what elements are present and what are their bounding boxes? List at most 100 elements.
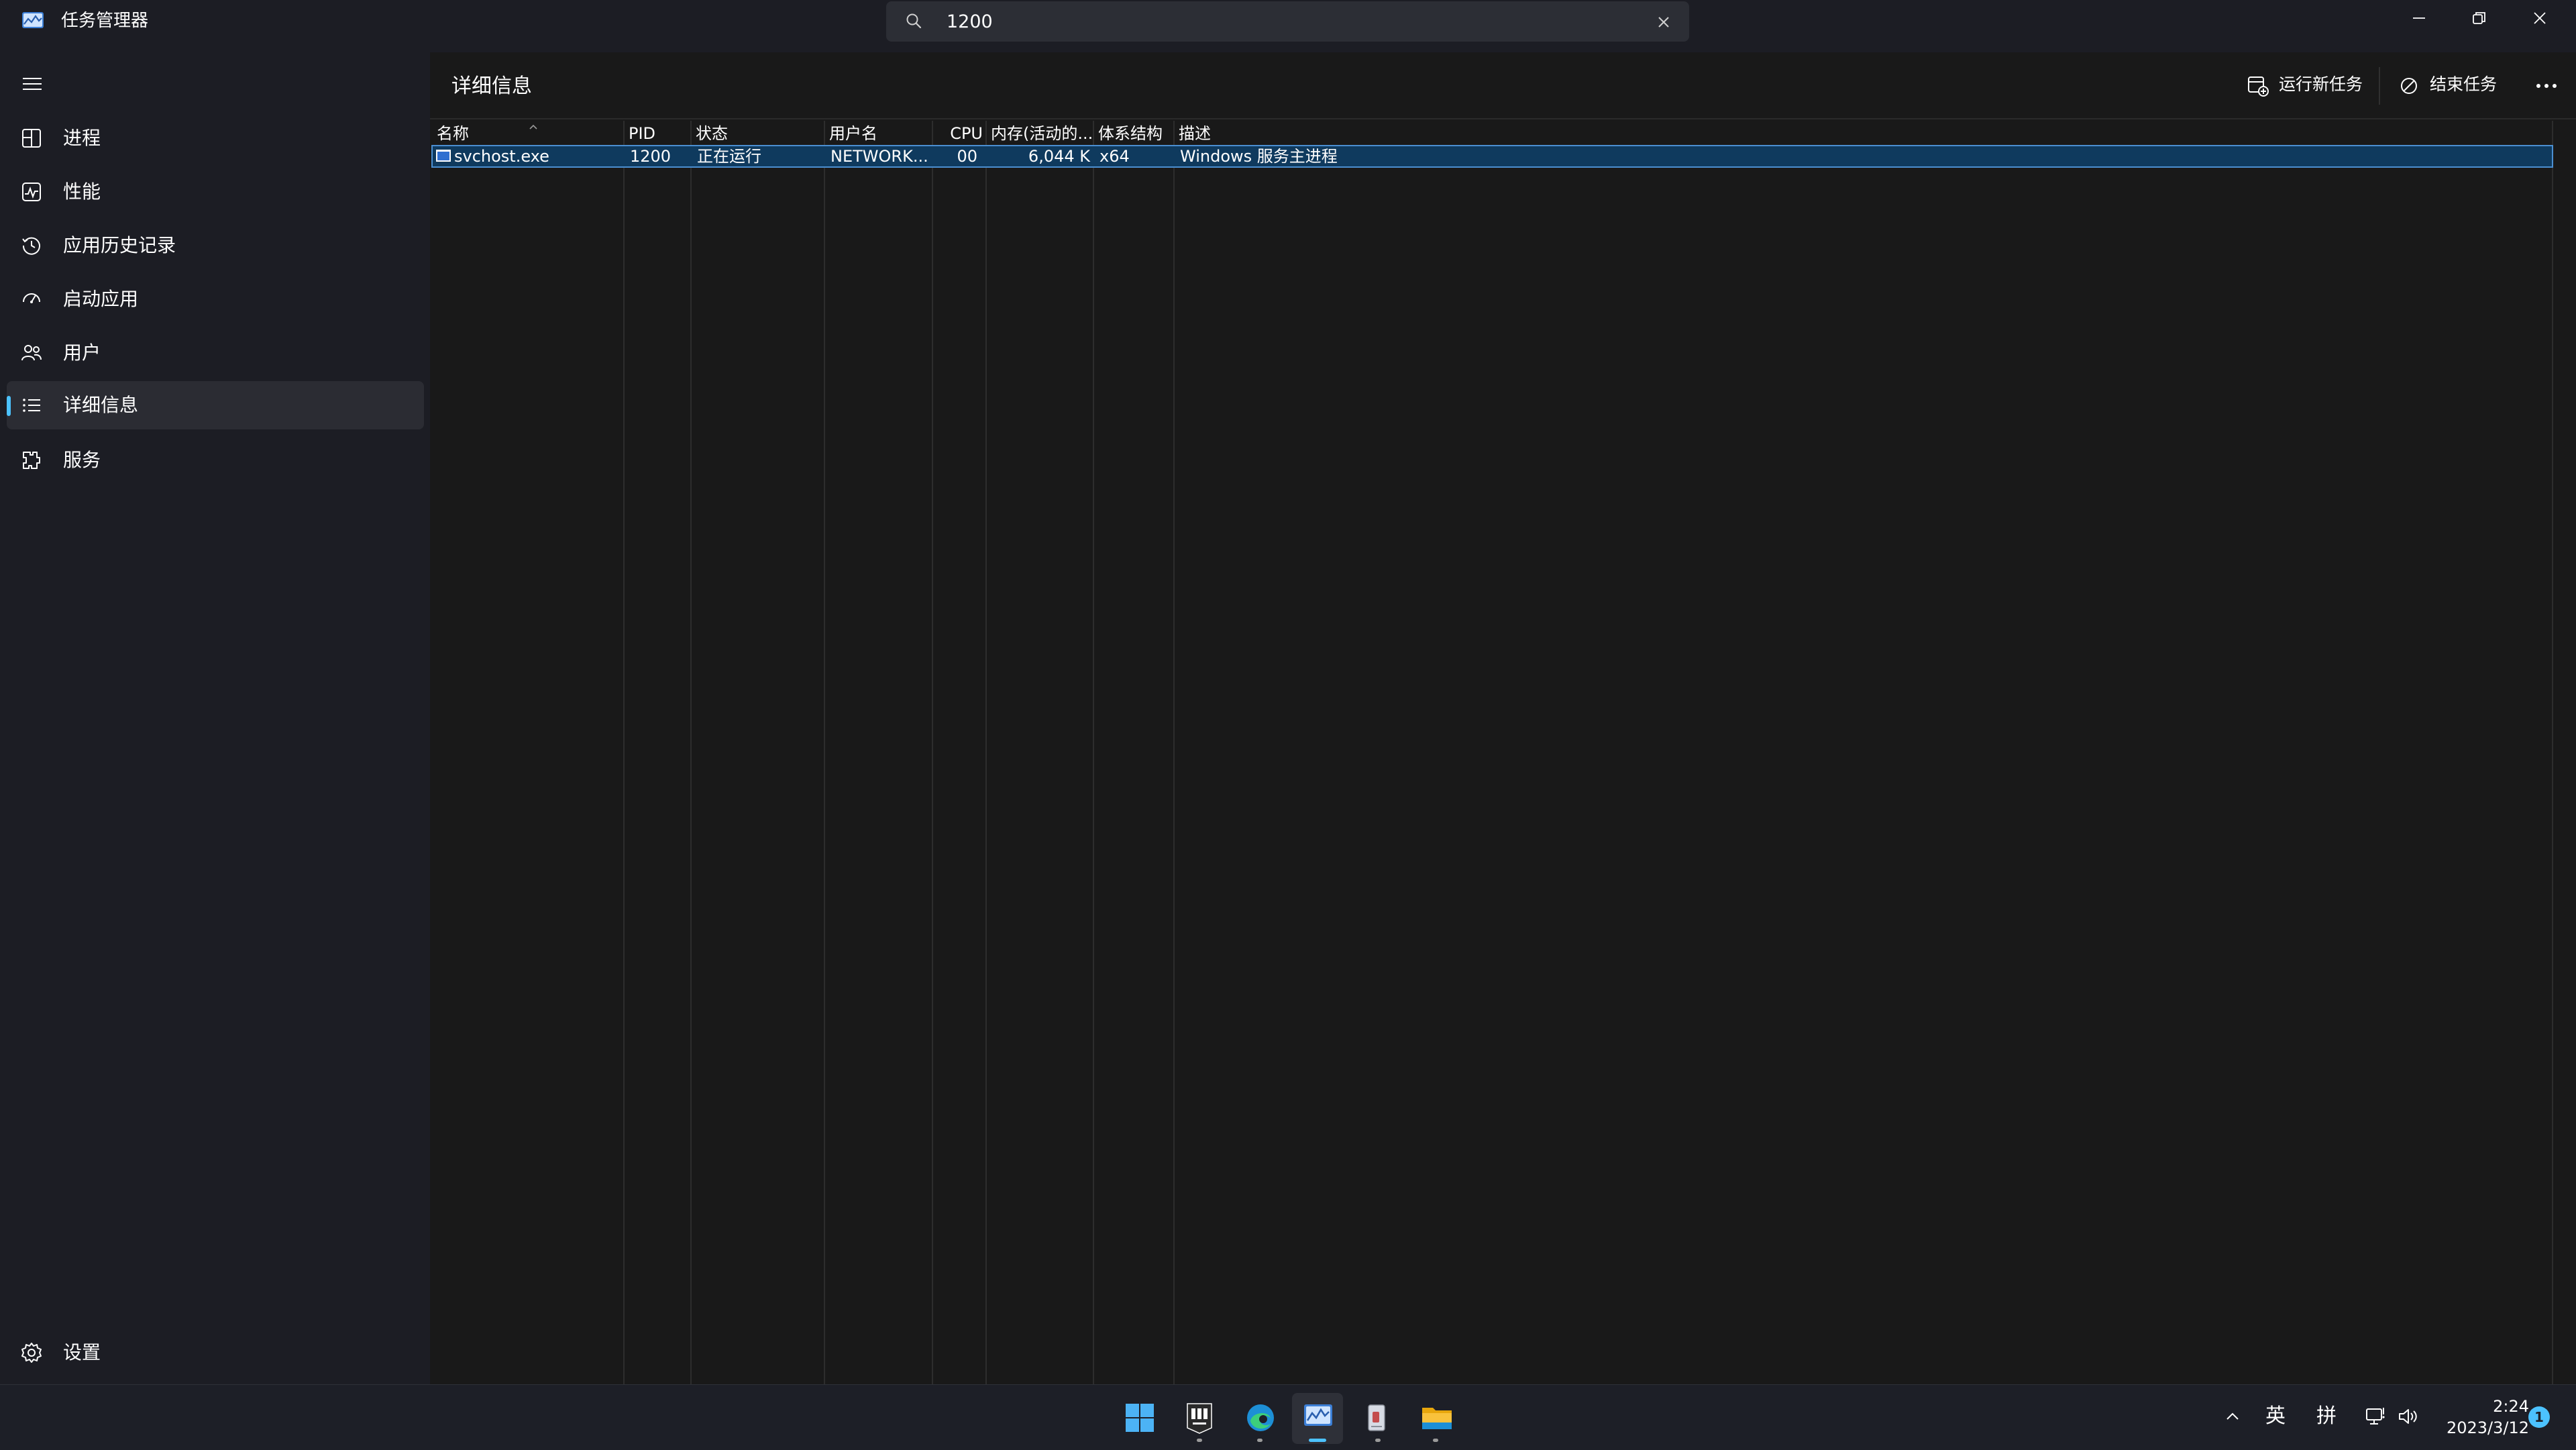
file-explorer-icon [1422, 1408, 1452, 1429]
sidebar-item-performance[interactable]: 性能 [7, 168, 424, 216]
end-task-label: 结束任务 [2430, 74, 2498, 94]
sidebar-item-label: 设置 [63, 1341, 101, 1363]
column-divider [932, 121, 933, 1386]
gear-icon [19, 1341, 44, 1365]
sidebar-item-processes[interactable]: 进程 [7, 114, 424, 162]
run-new-task-icon [2248, 76, 2269, 97]
column-header-name[interactable]: 名称 [437, 122, 537, 145]
more-icon [2536, 84, 2557, 88]
page-title: 详细信息 [451, 74, 532, 98]
hamburger-menu-button[interactable] [20, 72, 44, 95]
close-button[interactable] [2509, 0, 2569, 38]
sidebar-item-details[interactable]: 详细信息 [7, 381, 424, 429]
taskbar-app-epic-games[interactable] [1174, 1393, 1225, 1444]
column-divider [690, 121, 692, 1386]
restore-button[interactable] [2449, 0, 2509, 38]
start-button[interactable] [1114, 1393, 1165, 1444]
end-task-icon [2401, 78, 2417, 94]
cell-status: 正在运行 [697, 147, 761, 166]
title-bar: 任务管理器 [0, 0, 2576, 52]
cell-name: svchost.exe [454, 147, 549, 166]
hamburger-icon [23, 78, 42, 90]
run-new-task-label: 运行新任务 [2279, 74, 2363, 94]
clock-date[interactable]: 2023/3/12 [2415, 1417, 2529, 1439]
sidebar-item-startup-apps[interactable]: 启动应用 [7, 275, 424, 323]
running-indicator [1197, 1439, 1202, 1442]
sidebar-item-services[interactable]: 服务 [7, 436, 424, 484]
start-icon [1126, 1404, 1154, 1432]
cell-memory: 6,044 K [1028, 147, 1090, 166]
end-task-button[interactable]: 结束任务 [2398, 70, 2505, 102]
ime-mode-indicator[interactable]: 拼 [2316, 1402, 2337, 1431]
clock-time[interactable]: 2:24 [2442, 1396, 2529, 1417]
column-header-architecture[interactable]: 体系结构 [1098, 122, 1163, 145]
details-table: 名称 PID 状态 用户名 CPU 内存(活动的... 体系结构 描述 svch… [430, 118, 2576, 1386]
sidebar-item-label: 服务 [63, 449, 101, 471]
running-indicator [1257, 1439, 1263, 1442]
sidebar-item-settings[interactable]: 设置 [7, 1329, 424, 1377]
app-title: 任务管理器 [61, 11, 149, 31]
services-icon [19, 448, 44, 472]
epic-games-icon [1187, 1403, 1212, 1434]
active-app-indicator [1309, 1439, 1326, 1442]
taskbar-app-notepad[interactable] [1352, 1393, 1403, 1444]
sidebar-item-label: 详细信息 [63, 394, 139, 416]
details-icon [19, 393, 44, 417]
column-header-pid[interactable]: PID [629, 122, 655, 145]
sidebar: 进程 性能 应用历史记录 启动应用 用户 详细信息 服务 设置 [0, 52, 430, 1384]
task-manager-icon [1304, 1404, 1332, 1426]
notepad-icon [1368, 1404, 1385, 1431]
notification-badge[interactable]: 1 [2528, 1406, 2550, 1428]
column-header-description[interactable]: 描述 [1179, 122, 1211, 145]
more-options-button[interactable] [2530, 70, 2563, 102]
taskbar-app-edge[interactable] [1234, 1393, 1285, 1444]
column-divider [1093, 121, 1094, 1386]
column-divider [2552, 121, 2553, 1386]
cell-username: NETWORK... [830, 147, 928, 166]
cell-architecture: x64 [1099, 147, 1130, 166]
run-new-task-button[interactable]: 运行新任务 [2247, 70, 2367, 102]
main-content: 详细信息 运行新任务 结束任务 名称 PID 状态 用户名 CPU 内存(活动的… [430, 52, 2576, 1386]
input-language-indicator[interactable]: 英 [2265, 1402, 2286, 1431]
taskbar-app-file-explorer[interactable] [1410, 1393, 1461, 1444]
minimize-icon [2413, 17, 2425, 19]
sort-ascending-icon [529, 124, 537, 130]
column-header-status[interactable]: 状态 [696, 122, 728, 145]
restore-icon [2473, 12, 2485, 24]
column-divider [824, 121, 825, 1386]
column-header-memory[interactable]: 内存(活动的... [991, 122, 1093, 145]
startup-apps-icon [19, 287, 44, 311]
clear-search-icon[interactable] [1654, 13, 1673, 32]
network-status-button[interactable] [2365, 1405, 2387, 1428]
column-header-cpu[interactable]: CPU [937, 122, 983, 145]
table-row[interactable]: svchost.exe 1200 正在运行 NETWORK... 00 6,04… [431, 145, 2553, 168]
running-indicator [1433, 1439, 1438, 1442]
sidebar-item-label: 用户 [63, 342, 101, 364]
show-hidden-icons-button[interactable] [2223, 1407, 2242, 1426]
performance-icon [19, 180, 44, 204]
taskbar: 英 拼 2:24 2023/3/12 1 [0, 1384, 2576, 1450]
search-box[interactable] [886, 1, 1689, 42]
column-divider [1173, 121, 1175, 1386]
column-divider [985, 121, 987, 1386]
minimize-button[interactable] [2388, 0, 2449, 38]
taskbar-app-task-manager[interactable] [1292, 1393, 1343, 1444]
column-header-username[interactable]: 用户名 [829, 122, 877, 145]
edge-icon [1247, 1404, 1274, 1431]
sidebar-item-label: 应用历史记录 [63, 234, 176, 256]
search-input[interactable] [947, 8, 1604, 35]
column-divider [623, 121, 625, 1386]
app-history-icon [19, 234, 44, 258]
sidebar-item-label: 启动应用 [63, 288, 139, 310]
active-indicator [7, 396, 11, 416]
cell-description: Windows 服务主进程 [1180, 147, 1338, 166]
close-icon [2534, 12, 2546, 24]
sidebar-item-users[interactable]: 用户 [7, 329, 424, 377]
process-icon [435, 149, 451, 162]
task-manager-app-icon [21, 11, 44, 29]
sidebar-item-label: 进程 [63, 127, 101, 149]
sidebar-item-app-history[interactable]: 应用历史记录 [7, 221, 424, 270]
cell-cpu: 00 [957, 147, 977, 166]
command-separator [2379, 67, 2380, 105]
sidebar-item-label: 性能 [63, 180, 101, 203]
